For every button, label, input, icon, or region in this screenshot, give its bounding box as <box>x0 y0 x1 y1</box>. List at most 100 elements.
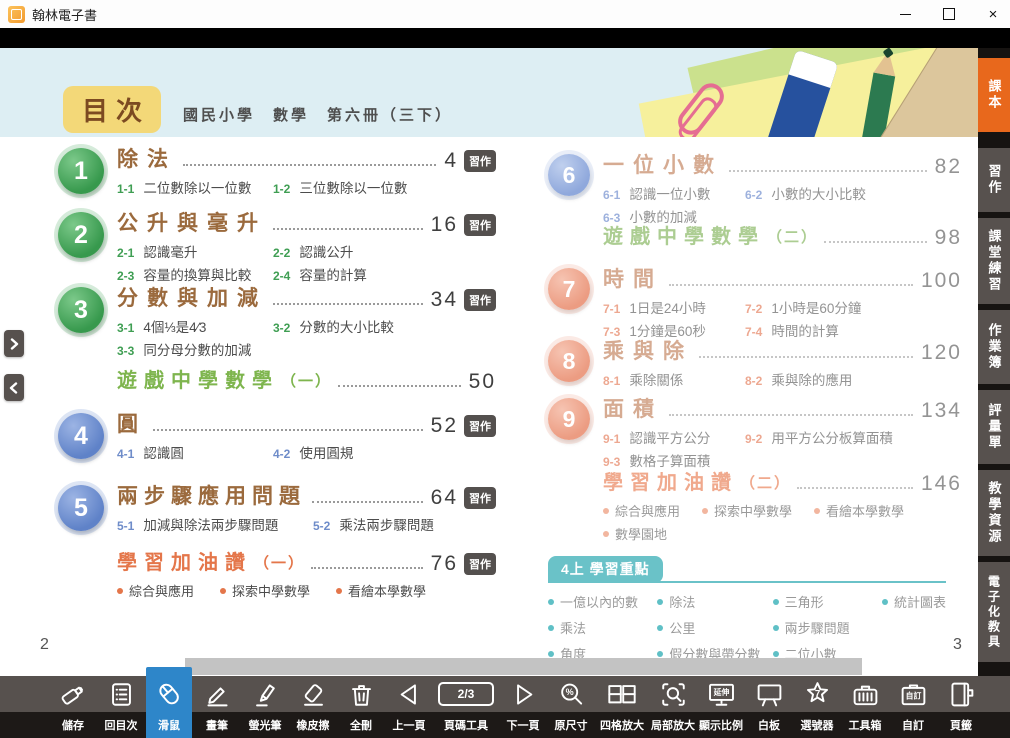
boost-bullet[interactable]: 綜合與應用 <box>117 581 194 600</box>
back-to-toc-tool[interactable]: 回目次 <box>98 676 144 738</box>
chapter-number-badge[interactable]: 8 <box>548 340 590 382</box>
toc-chapter-9[interactable]: 9 面積 134 9-1認識平方公分 9-2用平方公分板算面積 9-3數格子算面… <box>548 398 962 470</box>
toc-subitem[interactable]: 3-2分數的大小比較 <box>273 316 496 336</box>
workbook-badge[interactable]: 習作 <box>464 150 496 172</box>
workbook-badge[interactable]: 習作 <box>464 487 496 509</box>
number-picker-tool[interactable]: 7 選號器 <box>794 676 840 738</box>
toc-chapter-8[interactable]: 8 乘與除 120 8-1乘除關係 8-2乘與除的應用 <box>548 340 962 389</box>
save-tool[interactable]: 儲存 <box>50 676 96 738</box>
chapter-number-badge[interactable]: 1 <box>58 148 104 194</box>
toc-subitem[interactable]: 2-4容量的計算 <box>273 264 496 284</box>
toc-subitem[interactable]: 1-2三位數除以一位數 <box>273 177 496 197</box>
toc-subitem[interactable]: 6-3小數的加減 <box>603 206 745 226</box>
toc-subitem[interactable]: 4-1認識圓 <box>117 442 273 462</box>
toc-chapter-4[interactable]: 4 圓 52 習作 4-1認識圓 4-2使用圓規 <box>58 413 496 462</box>
region-zoom-tool[interactable]: 局部放大 <box>650 676 696 738</box>
toc-subitem[interactable]: 6-1認識一位小數 <box>603 183 745 203</box>
sidebar-tab-teaching-resources[interactable]: 教學資源 <box>978 470 1010 556</box>
toc-chapter-6[interactable]: 6 一位小數 82 6-1認識一位小數 6-2小數的大小比較 6-3小數的加減 <box>548 154 962 226</box>
chapter-number-badge[interactable]: 5 <box>58 485 104 531</box>
svg-text:%: % <box>565 687 573 697</box>
previous-page-tool[interactable]: 上一頁 <box>386 676 432 738</box>
panel-expand-right-button[interactable] <box>4 330 24 357</box>
boost-bullet[interactable]: 綜合與應用 <box>603 501 680 520</box>
toc-subitem[interactable]: 9-3數格子算面積 <box>603 450 745 470</box>
section-suffix: （一） <box>281 370 332 393</box>
highlighter-tool[interactable]: 螢光筆 <box>242 676 288 738</box>
sidebar-tab-textbook[interactable]: 課本 <box>978 58 1010 132</box>
chapter-number-badge[interactable]: 9 <box>548 398 590 440</box>
page-tab-tool[interactable]: 頁籤 <box>938 676 984 738</box>
workbook-badge[interactable]: 習作 <box>464 214 496 236</box>
chapter-number-badge[interactable]: 2 <box>58 212 104 258</box>
toc-subitem[interactable]: 9-1認識平方公分 <box>603 427 745 447</box>
toc-subitem[interactable]: 5-2乘法兩步驟問題 <box>313 514 496 534</box>
delete-all-tool[interactable]: 全刪 <box>338 676 384 738</box>
chevron-right-icon <box>12 339 17 348</box>
highlight-item: 乘法 <box>548 618 657 637</box>
toc-subitem[interactable]: 3-3同分母分數的加減 <box>117 339 273 359</box>
toc-subitem[interactable]: 8-1乘除關係 <box>603 369 745 389</box>
eraser-tool[interactable]: 橡皮擦 <box>290 676 336 738</box>
toc-chapter-5[interactable]: 5 兩步驟應用問題 64 習作 5-1加減與除法兩步驟問題 5-2乘法兩步驟問題 <box>58 485 496 534</box>
panel-collapse-left-button[interactable] <box>4 374 24 401</box>
toc-subitem[interactable]: 7-21小時是60分鐘 <box>745 297 962 317</box>
toc-subitem[interactable]: 2-2認識公升 <box>273 241 496 261</box>
chapter-number-badge[interactable]: 6 <box>548 154 590 196</box>
boost-bullet[interactable]: 探索中學數學 <box>220 581 310 600</box>
toc-game-section-2[interactable]: 遊戲中學數學 （二） 98 <box>603 226 962 249</box>
boost-bullet[interactable]: 看繪本學數學 <box>336 581 426 600</box>
chapter-number-badge[interactable]: 7 <box>548 268 590 310</box>
four-panel-zoom-tool[interactable]: 四格放大 <box>596 676 648 738</box>
horizontal-scrollbar[interactable] <box>185 658 862 675</box>
minimize-button[interactable] <box>898 7 912 21</box>
toc-subitem[interactable]: 4-2使用圓規 <box>273 442 496 462</box>
close-button[interactable]: × <box>986 7 1000 21</box>
toc-subitem[interactable]: 6-2小數的大小比較 <box>745 183 962 203</box>
toc-boost-section-2[interactable]: 學習加油讚 （二） 146 綜合與應用 探索中學數學 看繪本學數學 數學園地 <box>603 472 962 543</box>
workbook-badge[interactable]: 習作 <box>464 289 496 311</box>
sidebar-tab-assessment-sheet[interactable]: 評量單 <box>978 390 1010 464</box>
sidebar-tab-workbook[interactable]: 習作 <box>978 148 1010 212</box>
whiteboard-icon <box>755 680 784 709</box>
toc-subitem[interactable]: 8-2乘與除的應用 <box>745 369 962 389</box>
pen-tool[interactable]: 畫筆 <box>194 676 240 738</box>
toc-subitem[interactable]: 7-4時間的計算 <box>745 320 962 340</box>
sidebar-tab-digital-tools[interactable]: 電子化教具 <box>978 562 1010 662</box>
page-tab-icon <box>947 680 976 709</box>
display-scale-tool[interactable]: 延伸 顯示比例 <box>698 676 744 738</box>
toc-subitem[interactable]: 2-3容量的換算與比較 <box>117 264 273 284</box>
page-indicator-tool[interactable]: 2/3 頁碼工具 <box>434 676 498 738</box>
toc-subitem[interactable]: 1-1二位數除以一位數 <box>117 177 273 197</box>
toolbox-tool[interactable]: 工具箱 <box>842 676 888 738</box>
next-page-tool[interactable]: 下一頁 <box>500 676 546 738</box>
toc-chapter-7[interactable]: 7 時間 100 7-11日是24小時 7-21小時是60分鐘 7-31分鐘是6… <box>548 268 962 340</box>
workbook-badge[interactable]: 習作 <box>464 553 496 575</box>
chapter-number-badge[interactable]: 3 <box>58 287 104 333</box>
boost-bullet[interactable]: 看繪本學數學 <box>814 501 904 520</box>
custom-tool[interactable]: 自訂 自訂 <box>890 676 936 738</box>
boost-bullet[interactable]: 探索中學數學 <box>702 501 792 520</box>
boost-bullet[interactable]: 數學園地 <box>603 524 962 543</box>
workbook-badge[interactable]: 習作 <box>464 415 496 437</box>
page-indicator[interactable]: 2/3 <box>438 682 494 706</box>
chapter-number-badge[interactable]: 4 <box>58 413 104 459</box>
toc-subitem[interactable]: 5-1加減與除法兩步驟問題 <box>117 514 313 534</box>
sidebar-tab-homework-book[interactable]: 作業簿 <box>978 310 1010 384</box>
toc-subitem[interactable]: 3-14個⅓是4⁄3 <box>117 316 273 336</box>
whiteboard-tool[interactable]: 白板 <box>746 676 792 738</box>
original-size-tool[interactable]: % 原尺寸 <box>548 676 594 738</box>
toc-boost-section-1[interactable]: 學習加油讚 （一） 76 習作 綜合與應用 探索中學數學 看繪本學數學 <box>117 552 496 600</box>
toc-subitem[interactable]: 9-2用平方公分板算面積 <box>745 427 962 447</box>
toc-subitem[interactable]: 7-31分鐘是60秒 <box>603 320 745 340</box>
mouse-tool[interactable]: 滑鼠 <box>146 667 192 738</box>
toc-chapter-3[interactable]: 3 分數與加減 34 習作 3-14個⅓是4⁄3 3-2分數的大小比較 3-3同… <box>58 287 496 359</box>
toc-game-section-1[interactable]: 遊戲中學數學 （一） 50 <box>117 370 496 393</box>
toc-chapter-2[interactable]: 2 公升與毫升 16 習作 2-1認識毫升 2-2認識公升 2-3容量的換算與比… <box>58 212 496 284</box>
toc-chapter-1[interactable]: 1 除法 4 習作 1-1二位數除以一位數 1-2三位數除以一位數 <box>58 148 496 197</box>
section-suffix: （二） <box>740 472 791 495</box>
toc-subitem[interactable]: 2-1認識毫升 <box>117 241 273 261</box>
maximize-button[interactable] <box>942 7 956 21</box>
sidebar-tab-class-practice[interactable]: 課堂練習 <box>978 218 1010 304</box>
toc-subitem[interactable]: 7-11日是24小時 <box>603 297 745 317</box>
